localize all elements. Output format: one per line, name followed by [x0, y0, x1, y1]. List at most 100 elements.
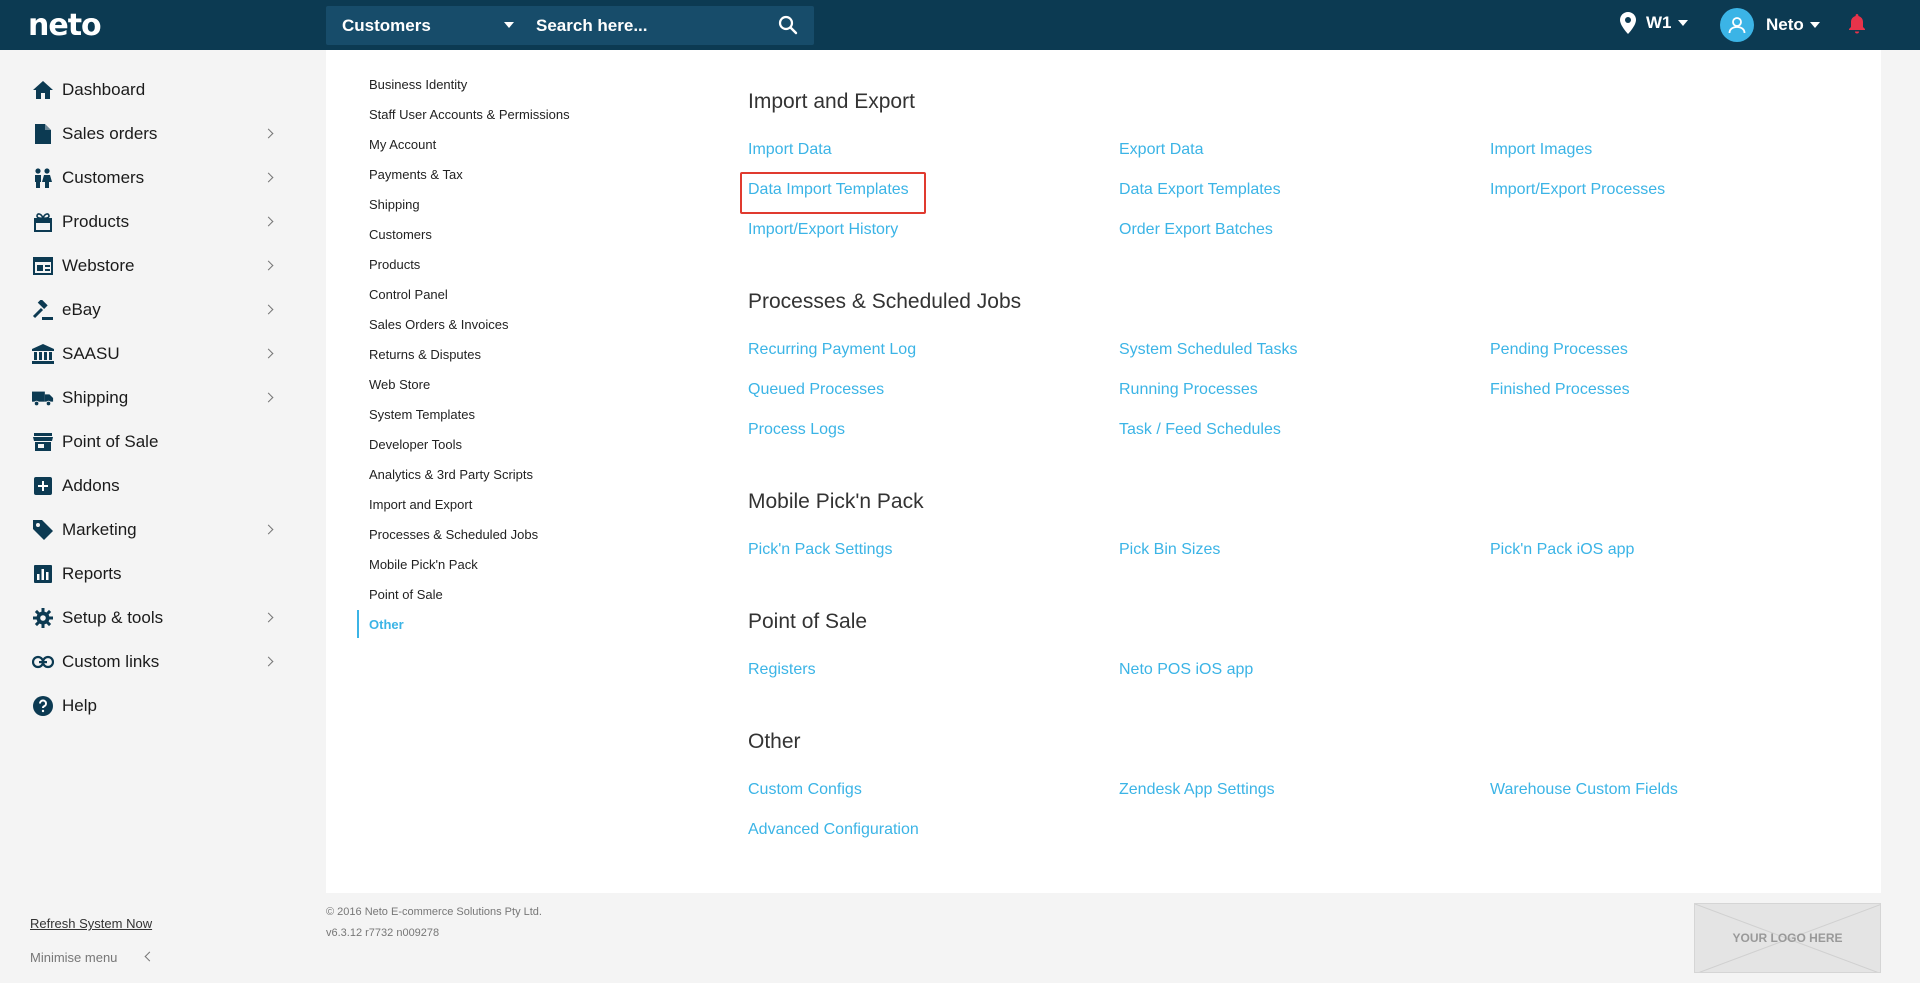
caret-down-icon: [1677, 20, 1688, 26]
sidebar-item-label: Shipping: [62, 388, 129, 407]
subnav-item-mobile-pick-n-pack[interactable]: Mobile Pick'n Pack: [369, 557, 478, 572]
sidebar-item-dashboard[interactable]: Dashboard: [0, 70, 290, 110]
link-import-images[interactable]: Import Images: [1490, 141, 1592, 159]
notification-bell-icon[interactable]: [1848, 14, 1866, 39]
subnav-item-point-of-sale[interactable]: Point of Sale: [369, 587, 443, 602]
sidebar-item-label: Marketing: [62, 520, 137, 539]
tag-icon: [32, 519, 54, 541]
chevron-right-icon: [263, 348, 274, 359]
link-finished-processes[interactable]: Finished Processes: [1490, 381, 1630, 399]
link-import-data[interactable]: Import Data: [748, 141, 832, 159]
sidebar-item-saasu[interactable]: SAASU: [0, 334, 290, 374]
subnav-item-control-panel[interactable]: Control Panel: [369, 287, 448, 302]
link-queued-processes[interactable]: Queued Processes: [748, 381, 884, 399]
location-selector[interactable]: W1: [1620, 12, 1688, 34]
sidebar-item-webstore[interactable]: Webstore: [0, 246, 290, 286]
link-export-data[interactable]: Export Data: [1119, 141, 1203, 159]
link-pick-n-pack-settings[interactable]: Pick'n Pack Settings: [748, 541, 892, 559]
link-zendesk-app-settings[interactable]: Zendesk App Settings: [1119, 781, 1275, 799]
link-task-feed-schedules[interactable]: Task / Feed Schedules: [1119, 421, 1281, 439]
subnav-item-developer-tools[interactable]: Developer Tools: [369, 437, 462, 452]
subnav-item-business-identity[interactable]: Business Identity: [369, 77, 467, 92]
sidebar-item-help[interactable]: Help: [0, 686, 290, 726]
link-import-export-processes[interactable]: Import/Export Processes: [1490, 181, 1665, 199]
search-input[interactable]: [532, 10, 762, 41]
refresh-system-link[interactable]: Refresh System Now: [30, 916, 152, 931]
subnav-item-returns-and-disputes[interactable]: Returns & Disputes: [369, 347, 481, 362]
logo-placeholder-text: YOUR LOGO HERE: [1732, 931, 1843, 945]
active-indicator: [357, 610, 359, 638]
sidebar-item-reports[interactable]: Reports: [0, 554, 290, 594]
map-pin-icon: [1620, 12, 1636, 34]
link-advanced-configuration[interactable]: Advanced Configuration: [748, 821, 919, 839]
link-process-logs[interactable]: Process Logs: [748, 421, 845, 439]
sidebar-item-customers[interactable]: Customers: [0, 158, 290, 198]
subnav-item-my-account[interactable]: My Account: [369, 137, 436, 152]
link-data-import-templates[interactable]: Data Import Templates: [748, 181, 909, 199]
sidebar-item-label: eBay: [62, 300, 101, 319]
link-system-scheduled-tasks[interactable]: System Scheduled Tasks: [1119, 341, 1297, 359]
subnav-item-other[interactable]: Other: [369, 617, 404, 632]
subnav-item-system-templates[interactable]: System Templates: [369, 407, 475, 422]
link-registers[interactable]: Registers: [748, 661, 816, 679]
subnav-item-processes-and-scheduled-jobs[interactable]: Processes & Scheduled Jobs: [369, 527, 538, 542]
sidebar-item-label: Products: [62, 212, 130, 231]
subnav-item-web-store[interactable]: Web Store: [369, 377, 430, 392]
version-text: v6.3.12 r7732 n009278: [326, 927, 440, 939]
section-title-import-and-export: Import and Export: [748, 90, 915, 113]
sidebar-item-sales-orders[interactable]: Sales orders: [0, 114, 290, 154]
subnav-item-customers[interactable]: Customers: [369, 227, 432, 242]
link-warehouse-custom-fields[interactable]: Warehouse Custom Fields: [1490, 781, 1678, 799]
search-icon[interactable]: [778, 15, 800, 37]
link-pick-bin-sizes[interactable]: Pick Bin Sizes: [1119, 541, 1220, 559]
sidebar-item-addons[interactable]: Addons: [0, 466, 290, 506]
sidebar-item-label: Help: [62, 696, 97, 715]
gift-icon: [32, 211, 54, 233]
subnav-item-shipping[interactable]: Shipping: [369, 197, 420, 212]
subnav-item-import-and-export[interactable]: Import and Export: [369, 497, 472, 512]
gavel-icon: [32, 299, 54, 321]
user-name: Neto: [1766, 15, 1804, 34]
subnav-item-products[interactable]: Products: [369, 257, 420, 272]
neto-logo[interactable]: neto: [28, 8, 102, 43]
link-data-export-templates[interactable]: Data Export Templates: [1119, 181, 1281, 199]
link-order-export-batches[interactable]: Order Export Batches: [1119, 221, 1273, 239]
copyright-text: © 2016 Neto E-commerce Solutions Pty Ltd…: [326, 906, 542, 918]
sidebar-item-point-of-sale[interactable]: Point of Sale: [0, 422, 290, 462]
search-scope-dropdown[interactable]: Customers: [326, 6, 526, 45]
bar-chart-icon: [32, 563, 54, 585]
subnav-item-analytics-and-3rd-party-scripts[interactable]: Analytics & 3rd Party Scripts: [369, 467, 533, 482]
subnav-item-payments-and-tax[interactable]: Payments & Tax: [369, 167, 463, 182]
link-pick-n-pack-ios-app[interactable]: Pick'n Pack iOS app: [1490, 541, 1634, 559]
location-label: W1: [1646, 13, 1672, 32]
chevron-right-icon: [263, 392, 274, 403]
minimise-menu-button[interactable]: Minimise menu: [30, 950, 117, 965]
link-recurring-payment-log[interactable]: Recurring Payment Log: [748, 341, 916, 359]
subnav-item-sales-orders-and-invoices[interactable]: Sales Orders & Invoices: [369, 317, 508, 332]
sidebar-item-label: Dashboard: [62, 80, 146, 99]
sidebar-item-custom-links[interactable]: Custom links: [0, 642, 290, 682]
logo-placeholder: YOUR LOGO HERE: [1694, 903, 1881, 973]
bank-icon: [32, 343, 54, 365]
sidebar-item-label: Setup & tools: [62, 608, 164, 627]
user-menu[interactable]: Neto: [1720, 8, 1820, 42]
sidebar-item-marketing[interactable]: Marketing: [0, 510, 290, 550]
subnav-item-staff-user-accounts-and-permissions[interactable]: Staff User Accounts & Permissions: [369, 107, 570, 122]
sidebar-item-products[interactable]: Products: [0, 202, 290, 242]
main-panel: Business Identity Staff User Accounts & P…: [326, 50, 1881, 893]
sidebar-item-shipping[interactable]: Shipping: [0, 378, 290, 418]
section-title-mobile-pick-n-pack: Mobile Pick'n Pack: [748, 490, 924, 513]
sidebar-item-label: Customers: [62, 168, 145, 187]
global-search: Customers: [326, 6, 814, 45]
avatar-icon: [1720, 8, 1754, 42]
link-import-export-history[interactable]: Import/Export History: [748, 221, 898, 239]
link-pending-processes[interactable]: Pending Processes: [1490, 341, 1628, 359]
help-icon: [32, 695, 54, 717]
link-running-processes[interactable]: Running Processes: [1119, 381, 1258, 399]
link-neto-pos-ios-app[interactable]: Neto POS iOS app: [1119, 661, 1253, 679]
chevron-right-icon: [263, 524, 274, 535]
link-custom-configs[interactable]: Custom Configs: [748, 781, 862, 799]
gear-icon: [32, 607, 54, 629]
sidebar-item-setup-and-tools[interactable]: Setup & tools: [0, 598, 290, 638]
sidebar-item-ebay[interactable]: eBay: [0, 290, 290, 330]
